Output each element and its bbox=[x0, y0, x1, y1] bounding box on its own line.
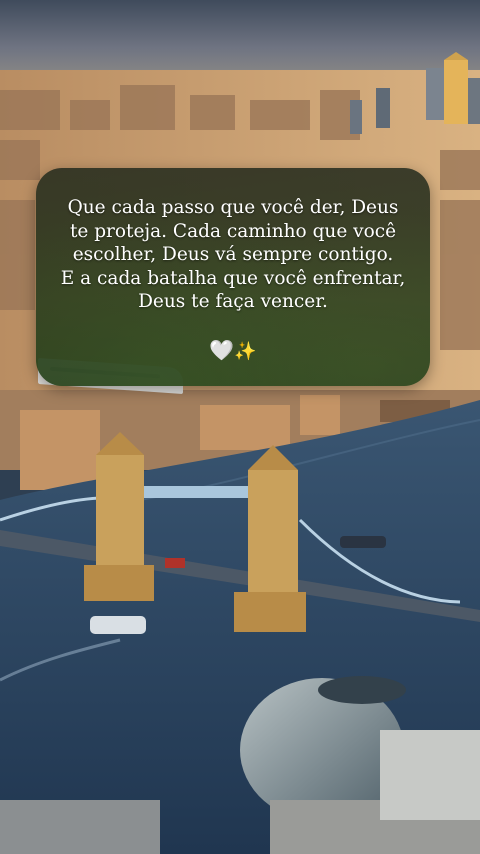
quote-line: te proteja. Cada caminho que você bbox=[69, 220, 397, 242]
sparkles-icon: ✨ bbox=[234, 341, 257, 362]
quote-line: Deus te faça vencer. bbox=[138, 291, 328, 312]
emoji-row: 🤍✨ bbox=[36, 338, 430, 364]
sky bbox=[0, 0, 480, 80]
foreground-building bbox=[0, 800, 160, 854]
quote-text: Que cada passo que você der, Deus te pro… bbox=[46, 196, 420, 314]
white-heart-icon: 🤍 bbox=[209, 338, 235, 362]
quote-line: E a cada batalha que você enfrentar, bbox=[60, 267, 406, 289]
london-aerial-photo bbox=[0, 0, 480, 854]
quote-card: Que cada passo que você der, Deus te pro… bbox=[36, 168, 430, 386]
boat bbox=[90, 616, 146, 634]
boat bbox=[340, 536, 386, 548]
quote-line: Que cada passo que você der, Deus bbox=[67, 197, 399, 218]
quote-line: escolher, Deus vá sempre contigo. bbox=[72, 244, 394, 265]
